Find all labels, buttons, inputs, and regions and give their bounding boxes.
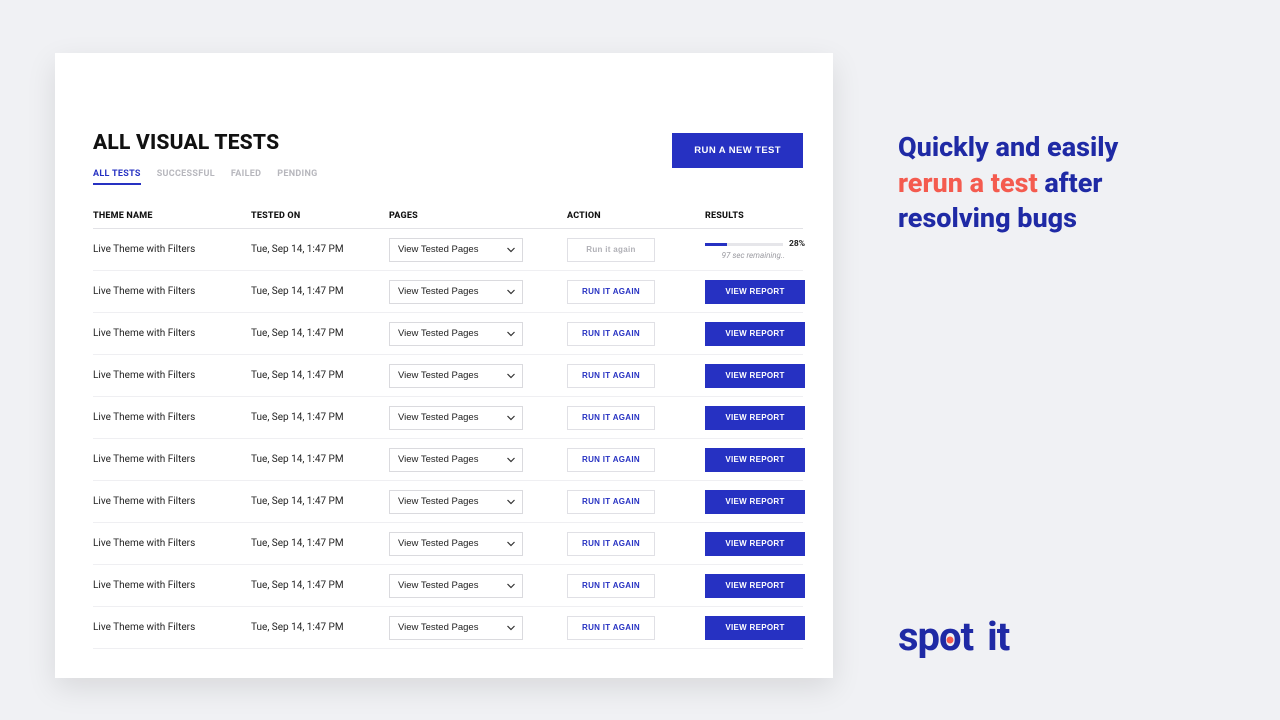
table-row: Live Theme with FiltersTue, Sep 14, 1:47… bbox=[93, 397, 803, 439]
run-it-again-button[interactable]: RUN IT AGAIN bbox=[567, 574, 655, 598]
view-tested-pages-select[interactable]: View Tested Pages bbox=[389, 532, 523, 556]
run-new-test-button[interactable]: RUN A NEW TEST bbox=[672, 133, 803, 168]
table-row: Live Theme with FiltersTue, Sep 14, 1:47… bbox=[93, 607, 803, 649]
logo-word1: spot bbox=[898, 613, 973, 660]
view-report-button[interactable]: VIEW REPORT bbox=[705, 322, 805, 346]
table-header: THEME NAME TESTED ON PAGES ACTION RESULT… bbox=[93, 211, 803, 229]
cell-tested: Tue, Sep 14, 1:47 PM bbox=[251, 580, 389, 591]
logo: spot it bbox=[898, 613, 1009, 660]
view-report-button[interactable]: VIEW REPORT bbox=[705, 490, 805, 514]
table-row: Live Theme with FiltersTue, Sep 14, 1:47… bbox=[93, 523, 803, 565]
cell-tested: Tue, Sep 14, 1:47 PM bbox=[251, 328, 389, 339]
cell-theme: Live Theme with Filters bbox=[93, 286, 251, 297]
table-row: Live Theme with FiltersTue, Sep 14, 1:47… bbox=[93, 313, 803, 355]
view-report-button[interactable]: VIEW REPORT bbox=[705, 448, 805, 472]
col-theme: THEME NAME bbox=[93, 211, 251, 221]
tab-failed[interactable]: FAILED bbox=[231, 169, 261, 185]
progress-percent: 28% bbox=[789, 239, 805, 249]
table-row: Live Theme with FiltersTue, Sep 14, 1:47… bbox=[93, 355, 803, 397]
cell-theme: Live Theme with Filters bbox=[93, 328, 251, 339]
view-tested-pages-select[interactable]: View Tested Pages bbox=[389, 490, 523, 514]
table-row: Live Theme with FiltersTue, Sep 14, 1:47… bbox=[93, 481, 803, 523]
tab-all-tests[interactable]: ALL TESTS bbox=[93, 169, 141, 185]
table-row: Live Theme with FiltersTue, Sep 14, 1:47… bbox=[93, 439, 803, 481]
run-it-again-button[interactable]: RUN IT AGAIN bbox=[567, 406, 655, 430]
cell-tested: Tue, Sep 14, 1:47 PM bbox=[251, 286, 389, 297]
logo-word2: it bbox=[987, 613, 1009, 660]
col-results: RESULTS bbox=[705, 211, 803, 221]
run-it-again-button[interactable]: RUN IT AGAIN bbox=[567, 448, 655, 472]
page-title: ALL VISUAL TESTS bbox=[93, 131, 318, 155]
view-report-button[interactable]: VIEW REPORT bbox=[705, 616, 805, 640]
cell-theme: Live Theme with Filters bbox=[93, 622, 251, 633]
view-report-button[interactable]: VIEW REPORT bbox=[705, 574, 805, 598]
tests-card: ALL VISUAL TESTS ALL TESTS SUCCESSFUL FAIL… bbox=[55, 53, 833, 678]
cell-tested: Tue, Sep 14, 1:47 PM bbox=[251, 622, 389, 633]
run-it-again-button: Run it again bbox=[567, 238, 655, 262]
run-it-again-button[interactable]: RUN IT AGAIN bbox=[567, 322, 655, 346]
col-tested: TESTED ON bbox=[251, 211, 389, 221]
table-row: Live Theme with FiltersTue, Sep 14, 1:47… bbox=[93, 565, 803, 607]
view-report-button[interactable]: VIEW REPORT bbox=[705, 364, 805, 388]
progress-bar bbox=[705, 243, 783, 246]
cell-theme: Live Theme with Filters bbox=[93, 496, 251, 507]
progress-remaining: 97 sec remaining.. bbox=[705, 251, 805, 260]
progress: 28% 97 sec remaining.. bbox=[705, 239, 805, 260]
cell-tested: Tue, Sep 14, 1:47 PM bbox=[251, 412, 389, 423]
tabs: ALL TESTS SUCCESSFUL FAILED PENDING bbox=[93, 169, 318, 185]
view-report-button[interactable]: VIEW REPORT bbox=[705, 406, 805, 430]
cell-theme: Live Theme with Filters bbox=[93, 580, 251, 591]
view-tested-pages-select[interactable]: View Tested Pages bbox=[389, 238, 523, 262]
view-report-button[interactable]: VIEW REPORT bbox=[705, 280, 805, 304]
cell-tested: Tue, Sep 14, 1:47 PM bbox=[251, 538, 389, 549]
run-it-again-button[interactable]: RUN IT AGAIN bbox=[567, 280, 655, 304]
run-it-again-button[interactable]: RUN IT AGAIN bbox=[567, 364, 655, 388]
view-tested-pages-select[interactable]: View Tested Pages bbox=[389, 406, 523, 430]
tab-successful[interactable]: SUCCESSFUL bbox=[157, 169, 215, 185]
promo-text: Quickly and easily rerun a test after re… bbox=[898, 130, 1210, 237]
view-report-button[interactable]: VIEW REPORT bbox=[705, 532, 805, 556]
col-pages: PAGES bbox=[389, 211, 567, 221]
table-row: Live Theme with FiltersTue, Sep 14, 1:47… bbox=[93, 229, 803, 271]
view-tested-pages-select[interactable]: View Tested Pages bbox=[389, 448, 523, 472]
cell-theme: Live Theme with Filters bbox=[93, 538, 251, 549]
cell-tested: Tue, Sep 14, 1:47 PM bbox=[251, 454, 389, 465]
cell-theme: Live Theme with Filters bbox=[93, 412, 251, 423]
view-tested-pages-select[interactable]: View Tested Pages bbox=[389, 364, 523, 388]
view-tested-pages-select[interactable]: View Tested Pages bbox=[389, 280, 523, 304]
table-row: Live Theme with FiltersTue, Sep 14, 1:47… bbox=[93, 271, 803, 313]
run-it-again-button[interactable]: RUN IT AGAIN bbox=[567, 490, 655, 514]
tests-table: THEME NAME TESTED ON PAGES ACTION RESULT… bbox=[93, 211, 803, 649]
tab-pending[interactable]: PENDING bbox=[277, 169, 317, 185]
cell-theme: Live Theme with Filters bbox=[93, 244, 251, 255]
col-action: ACTION bbox=[567, 211, 705, 221]
promo-line1: Quickly and easily bbox=[898, 131, 1118, 163]
cell-theme: Live Theme with Filters bbox=[93, 454, 251, 465]
view-tested-pages-select[interactable]: View Tested Pages bbox=[389, 616, 523, 640]
cell-tested: Tue, Sep 14, 1:47 PM bbox=[251, 370, 389, 381]
logo-o-icon: o bbox=[939, 613, 961, 660]
cell-tested: Tue, Sep 14, 1:47 PM bbox=[251, 244, 389, 255]
cell-theme: Live Theme with Filters bbox=[93, 370, 251, 381]
promo-accent: rerun a test bbox=[898, 167, 1038, 199]
run-it-again-button[interactable]: RUN IT AGAIN bbox=[567, 532, 655, 556]
view-tested-pages-select[interactable]: View Tested Pages bbox=[389, 574, 523, 598]
cell-tested: Tue, Sep 14, 1:47 PM bbox=[251, 496, 389, 507]
run-it-again-button[interactable]: RUN IT AGAIN bbox=[567, 616, 655, 640]
view-tested-pages-select[interactable]: View Tested Pages bbox=[389, 322, 523, 346]
